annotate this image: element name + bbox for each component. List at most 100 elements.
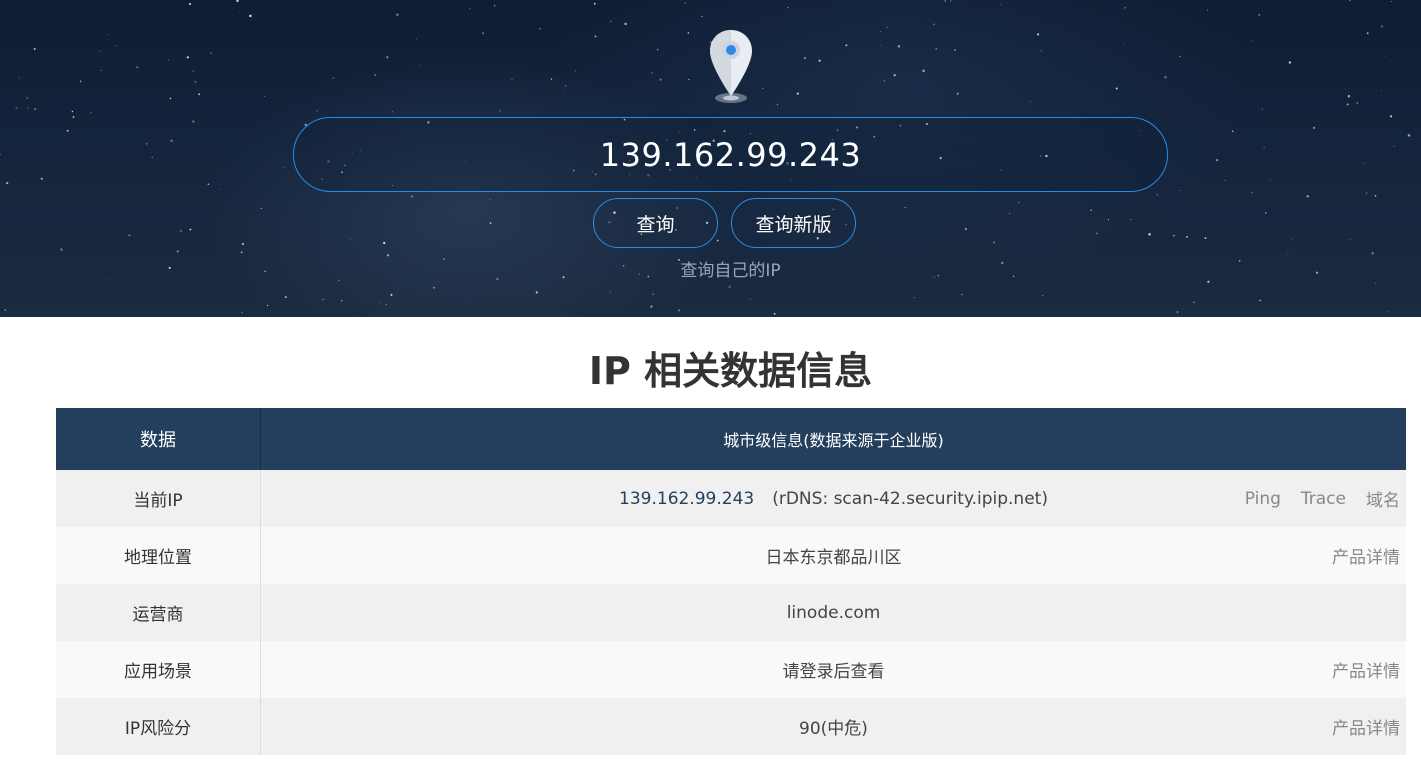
- risk-score-value: 90(中危): [799, 719, 868, 739]
- star: [145, 142, 148, 145]
- star: [186, 56, 189, 59]
- search-hero: 查询 查询新版 查询自己的IP: [0, 0, 1421, 317]
- star: [1375, 282, 1377, 284]
- star: [396, 13, 399, 16]
- row-actions: 产品详情: [1332, 698, 1400, 755]
- row-value: 请登录后查看 产品详情: [261, 641, 1406, 698]
- star: [241, 243, 244, 246]
- star: [1179, 55, 1181, 58]
- star: [511, 78, 513, 81]
- star: [332, 77, 335, 79]
- product-details-link[interactable]: 产品详情: [1332, 657, 1400, 682]
- star: [535, 291, 538, 294]
- star: [776, 104, 778, 106]
- row-label: 应用场景: [56, 641, 261, 698]
- star: [933, 23, 936, 26]
- star: [241, 311, 243, 314]
- star: [893, 74, 896, 77]
- star: [1148, 233, 1151, 236]
- row-label: 地理位置: [56, 527, 261, 584]
- star: [390, 293, 393, 296]
- star: [410, 195, 413, 198]
- star: [656, 48, 659, 51]
- trace-link[interactable]: Trace: [1301, 489, 1346, 509]
- row-label: 运营商: [56, 584, 261, 641]
- star: [188, 2, 192, 6]
- star: [961, 294, 963, 296]
- star: [136, 66, 139, 69]
- usage-scenario-value[interactable]: 请登录后查看: [783, 657, 885, 682]
- star: [167, 59, 170, 61]
- star: [993, 241, 995, 244]
- star: [419, 64, 421, 66]
- star: [1270, 179, 1272, 181]
- star: [539, 27, 542, 30]
- star: [879, 44, 881, 46]
- star: [1251, 192, 1253, 194]
- star: [189, 228, 192, 231]
- row-value: 139.162.99.243 (rDNS: scan-42.security.i…: [261, 470, 1406, 527]
- star: [1180, 189, 1182, 191]
- star: [33, 47, 36, 51]
- ping-link[interactable]: Ping: [1245, 489, 1281, 509]
- star: [433, 286, 435, 289]
- star: [677, 309, 681, 312]
- star: [1251, 40, 1253, 42]
- star: [40, 177, 43, 180]
- star: [1393, 145, 1395, 147]
- star: [4, 309, 7, 312]
- current-ip-value: 139.162.99.243: [619, 488, 755, 509]
- product-details-link[interactable]: 产品详情: [1332, 714, 1400, 739]
- query-button[interactable]: 查询: [593, 198, 718, 248]
- star: [652, 293, 655, 296]
- star: [787, 6, 789, 9]
- star: [1193, 301, 1195, 304]
- star: [1018, 201, 1020, 204]
- star: [499, 110, 501, 112]
- header-data-column: 数据: [56, 408, 261, 470]
- star: [1122, 42, 1124, 44]
- star: [1258, 13, 1261, 16]
- star: [1374, 194, 1377, 197]
- star: [897, 45, 901, 48]
- product-details-link[interactable]: 产品详情: [1332, 543, 1400, 568]
- query-my-ip-link[interactable]: 查询自己的IP: [0, 256, 1421, 281]
- star: [1371, 251, 1374, 255]
- star: [818, 59, 821, 62]
- star: [624, 22, 627, 26]
- star: [90, 112, 92, 114]
- star: [210, 52, 212, 54]
- star: [1291, 238, 1293, 240]
- star: [350, 238, 352, 240]
- star: [170, 139, 173, 143]
- star: [378, 302, 380, 304]
- domain-link[interactable]: 域名: [1366, 486, 1400, 511]
- ip-actions: Ping Trace 域名: [1245, 470, 1400, 527]
- star: [385, 303, 388, 306]
- star: [66, 129, 69, 132]
- star: [1037, 33, 1040, 36]
- star: [1215, 158, 1219, 162]
- star: [239, 11, 241, 13]
- star: [1040, 50, 1042, 52]
- star: [159, 103, 161, 105]
- location-value: 日本东京都品川区: [765, 548, 902, 568]
- star: [260, 207, 262, 210]
- row-value: linode.com: [261, 584, 1406, 641]
- star: [651, 72, 653, 74]
- star: [1349, 0, 1351, 2]
- ip-search-input[interactable]: [294, 118, 1167, 191]
- star: [1124, 6, 1126, 9]
- query-new-version-button[interactable]: 查询新版: [731, 198, 856, 248]
- star: [1347, 95, 1351, 98]
- star: [249, 14, 252, 18]
- star: [1390, 1, 1392, 3]
- table-row-risk-score: IP风险分 90(中危) 产品详情: [56, 698, 1406, 755]
- star: [845, 44, 848, 47]
- star: [283, 166, 286, 168]
- star: [1346, 103, 1349, 106]
- table-header-row: 数据 城市级信息(数据来源于企业版): [56, 408, 1406, 470]
- star: [1366, 32, 1369, 35]
- star: [1407, 134, 1411, 137]
- ip-info-table: 数据 城市级信息(数据来源于企业版) 当前IP 139.162.99.243 (…: [56, 408, 1406, 755]
